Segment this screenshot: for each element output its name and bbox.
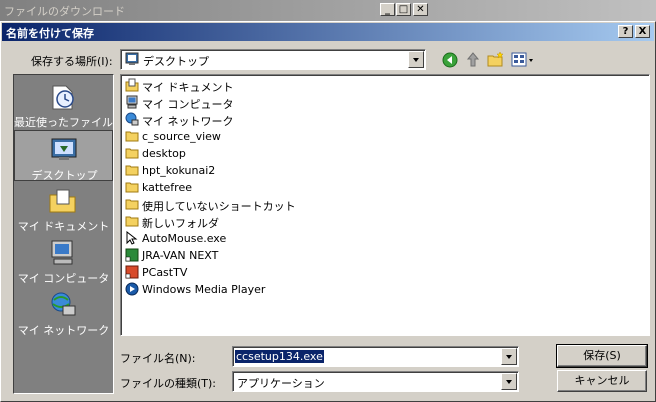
- places-item-desktop[interactable]: デスクトップ: [14, 130, 113, 182]
- folder-icon: [125, 182, 139, 193]
- my-network-icon: [125, 112, 139, 126]
- chevron-down-icon[interactable]: [501, 373, 517, 390]
- places-bar: 最近使ったファイル デスクトップ マイ ドキュメント マイ コンピュータ マイ …: [13, 74, 114, 394]
- dialog-titlebar: [2, 23, 654, 41]
- my-computer-icon: [126, 95, 138, 109]
- filename-label: ファイル名(N):: [120, 352, 196, 365]
- help-button[interactable]: ?: [618, 25, 633, 38]
- save-button[interactable]: 保存(S): [556, 344, 648, 368]
- places-label: マイ ネットワーク: [17, 324, 110, 337]
- cursor-shortcut-icon: [126, 231, 138, 245]
- my-network-icon: [51, 292, 76, 316]
- background-window-title: ファイルのダウンロード: [4, 5, 125, 18]
- recent-icon: [52, 85, 74, 110]
- folder-icon: [125, 148, 139, 159]
- filename-value: ccsetup134.exe: [235, 350, 324, 363]
- folder-icon: [125, 165, 139, 176]
- my-documents-icon: [49, 189, 76, 213]
- bg-close-button[interactable]: ✕: [413, 3, 428, 16]
- places-label: マイ コンピュータ: [17, 272, 110, 285]
- save-location-combo[interactable]: デスクトップ: [120, 49, 426, 70]
- app-shortcut-icon: [125, 265, 139, 279]
- view-menu-icon[interactable]: [511, 51, 535, 69]
- folder-icon: [125, 216, 139, 227]
- places-item-my-network[interactable]: マイ ネットワーク: [14, 286, 113, 337]
- chevron-down-icon[interactable]: [501, 348, 517, 365]
- places-label: マイ ドキュメント: [17, 220, 110, 233]
- chevron-down-icon[interactable]: [408, 51, 424, 68]
- places-label: デスクトップ: [31, 169, 98, 182]
- filetype-value: アプリケーション: [237, 377, 325, 390]
- folder-icon: [125, 199, 139, 210]
- folder-icon: [125, 131, 139, 142]
- my-documents-icon: [125, 78, 139, 92]
- places-item-my-computer[interactable]: マイ コンピュータ: [14, 234, 113, 285]
- save-location-label: 保存する場所(I):: [31, 55, 113, 68]
- app-shortcut-icon: [125, 248, 139, 262]
- places-item-recent[interactable]: 最近使ったファイル: [14, 78, 113, 129]
- desktop-icon: [51, 138, 77, 160]
- bg-minimize-button[interactable]: _: [380, 3, 395, 16]
- places-label: 最近使ったファイル: [14, 116, 113, 129]
- dialog-title: 名前を付けて保存: [6, 27, 94, 40]
- up-folder-icon[interactable]: [464, 51, 482, 69]
- media-player-icon: [125, 282, 139, 296]
- back-icon[interactable]: [441, 51, 459, 69]
- places-item-my-documents[interactable]: マイ ドキュメント: [14, 182, 113, 233]
- save-location-value: デスクトップ: [143, 55, 209, 68]
- filetype-label: ファイルの種類(T):: [120, 377, 217, 390]
- cancel-button[interactable]: キャンセル: [557, 370, 647, 392]
- file-list[interactable]: マイ ドキュメント マイ コンピュータ マイ ネットワーク c_source_v…: [120, 74, 650, 336]
- new-folder-icon[interactable]: [487, 51, 505, 69]
- bg-maximize-button[interactable]: □: [396, 3, 411, 16]
- close-button[interactable]: X: [635, 25, 650, 38]
- filetype-select[interactable]: アプリケーション: [232, 371, 519, 392]
- filename-input[interactable]: ccsetup134.exe: [232, 346, 519, 367]
- desktop-icon: [125, 52, 139, 65]
- my-computer-icon: [51, 240, 73, 265]
